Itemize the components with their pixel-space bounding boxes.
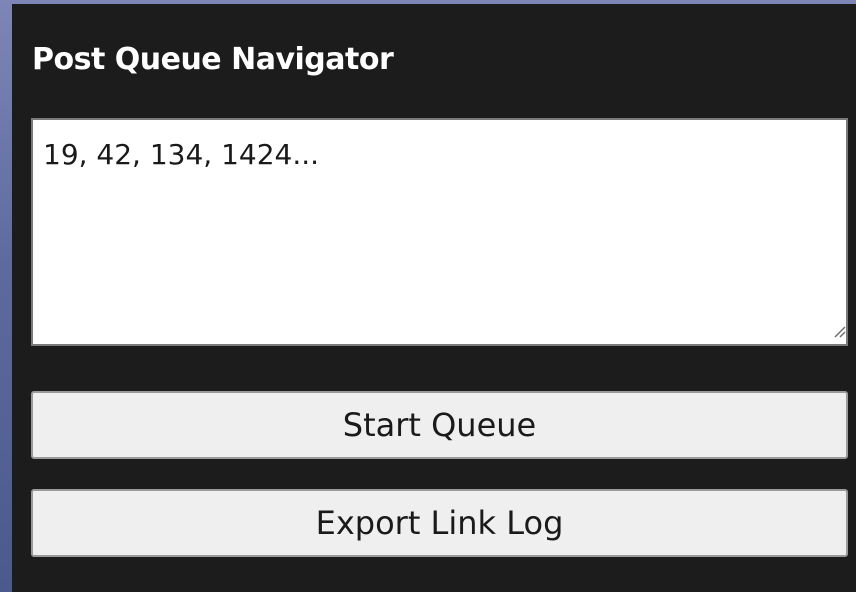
post-id-input[interactable] [31, 118, 848, 346]
resize-grip-icon[interactable] [830, 322, 846, 338]
panel-title: Post Queue Navigator [32, 42, 394, 77]
start-queue-button[interactable]: Start Queue [31, 391, 848, 459]
export-link-log-button[interactable]: Export Link Log [31, 489, 848, 557]
post-queue-panel: Post Queue Navigator Start Queue Export … [12, 4, 856, 592]
